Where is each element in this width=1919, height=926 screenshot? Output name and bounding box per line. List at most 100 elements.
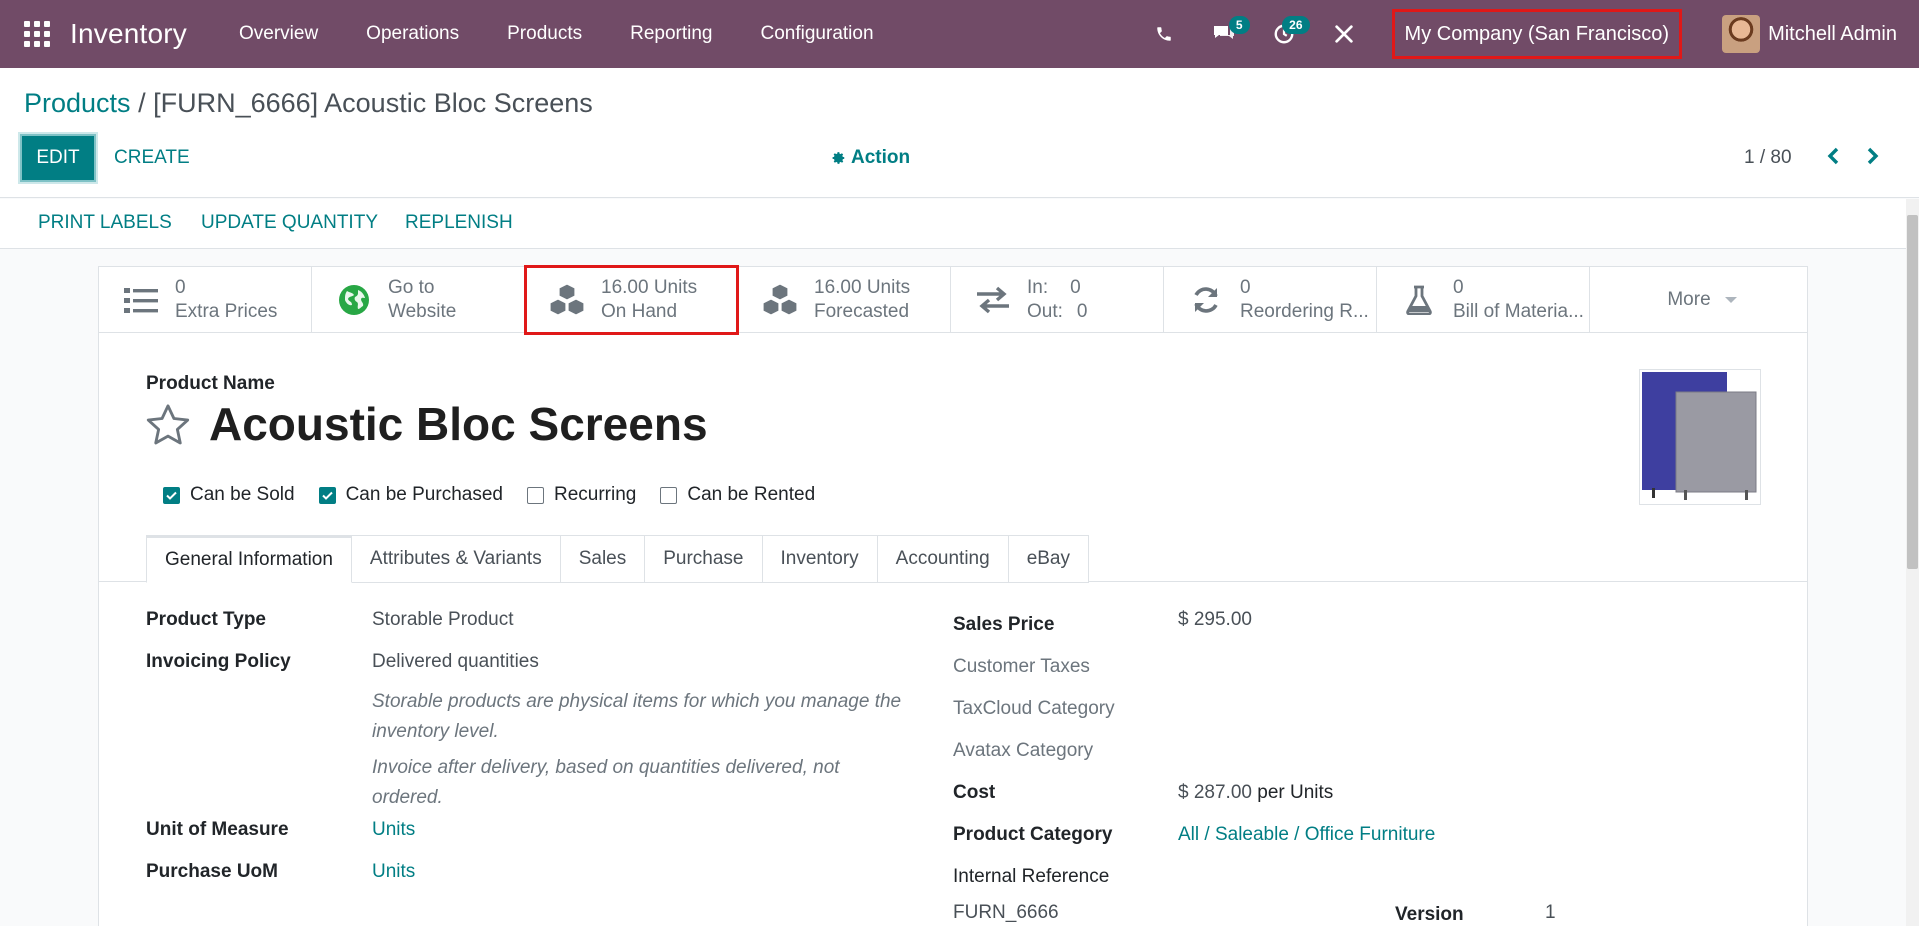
forecasted-button[interactable]: 16.00 Units Forecasted	[738, 267, 951, 333]
out-label: Out:	[1027, 301, 1063, 322]
product-name-label: Product Name	[146, 373, 275, 394]
app-name[interactable]: Inventory	[70, 18, 187, 50]
can-be-purchased-label: Can be Purchased	[345, 484, 503, 505]
customer-taxes-label: Customer Taxes	[953, 656, 1090, 677]
action-menu[interactable]: Action	[832, 147, 910, 169]
tab-attributes-variants[interactable]: Attributes & Variants	[351, 535, 561, 583]
create-button[interactable]: CREATE	[114, 147, 190, 169]
scrollbar-thumb[interactable]	[1907, 215, 1918, 569]
version-label: Version	[1395, 904, 1464, 925]
unit-of-measure-label: Unit of Measure	[146, 819, 289, 840]
edit-button[interactable]: EDIT	[20, 134, 96, 182]
pager-next-button[interactable]	[1861, 144, 1885, 168]
sales-price-label: Sales Price	[953, 614, 1055, 635]
update-quantity-button[interactable]: UPDATE QUANTITY	[201, 212, 378, 234]
form-statusbar: PRINT LABELS UPDATE QUANTITY REPLENISH	[0, 199, 1906, 249]
company-switcher[interactable]: My Company (San Francisco)	[1391, 9, 1683, 59]
replenish-button[interactable]: REPLENISH	[405, 212, 513, 234]
extra-prices-label: Extra Prices	[175, 301, 278, 322]
menu-operations[interactable]: Operations	[342, 23, 483, 45]
smart-buttons-row: 0 Extra Prices Go to Website 16.00 Units On…	[99, 265, 1807, 335]
unit-of-measure-link[interactable]: Units	[372, 819, 415, 841]
activities-icon[interactable]: 26	[1264, 14, 1310, 54]
cost-value[interactable]: $ 287.00 per Units	[1178, 782, 1333, 804]
user-name: Mitchell Admin	[1768, 22, 1897, 45]
menu-overview[interactable]: Overview	[215, 23, 342, 45]
extra-prices-button[interactable]: 0 Extra Prices	[99, 267, 312, 333]
product-type-value[interactable]: Storable Product	[372, 609, 514, 631]
messages-badge: 5	[1228, 16, 1250, 34]
action-label: Action	[851, 147, 911, 168]
phone-icon[interactable]	[1144, 14, 1184, 54]
tab-ebay[interactable]: eBay	[1008, 535, 1089, 583]
go-to-website-button[interactable]: Go to Website	[312, 267, 525, 333]
reordering-label: Reordering R...	[1240, 301, 1369, 322]
in-label: In:	[1027, 277, 1049, 298]
bill-of-materials-button[interactable]: 0 Bill of Materia...	[1377, 267, 1590, 333]
invoicing-policy-label: Invoicing Policy	[146, 651, 291, 672]
purchase-uom-link[interactable]: Units	[372, 861, 415, 883]
product-category-link[interactable]: All / Saleable / Office Furniture	[1178, 824, 1435, 846]
chevron-right-icon	[1867, 147, 1879, 165]
can-be-purchased-checkbox[interactable]: Can be Purchased	[318, 484, 503, 506]
gear-icon	[832, 152, 845, 164]
menu-configuration[interactable]: Configuration	[737, 23, 898, 45]
website-line2: Website	[388, 301, 457, 322]
recurring-checkbox[interactable]: Recurring	[526, 484, 637, 506]
tab-accounting[interactable]: Accounting	[877, 535, 1009, 583]
recurring-label: Recurring	[553, 484, 637, 505]
breadcrumb-products-link[interactable]: Products	[24, 88, 131, 118]
bom-value: 0	[1453, 277, 1464, 298]
can-be-sold-checkbox[interactable]: Can be Sold	[163, 484, 295, 506]
cost-label: Cost	[953, 782, 996, 803]
reordering-value: 0	[1240, 277, 1251, 298]
reordering-rules-button[interactable]: 0 Reordering R...	[1164, 267, 1377, 333]
product-image[interactable]	[1639, 369, 1761, 505]
website-line1: Go to	[388, 277, 435, 298]
apps-menu-icon[interactable]	[24, 21, 50, 47]
bom-label: Bill of Materia...	[1453, 301, 1584, 322]
product-type-label: Product Type	[146, 609, 266, 630]
print-labels-button[interactable]: PRINT LABELS	[38, 212, 172, 234]
breadcrumb: Products / [FURN_6666] Acoustic Bloc Scr…	[24, 88, 593, 119]
user-menu[interactable]: Mitchell Admin	[1722, 15, 1897, 53]
pager-value[interactable]: 1 / 80	[1744, 147, 1792, 169]
debug-tools-icon[interactable]	[1324, 14, 1364, 54]
activities-badge: 26	[1282, 16, 1310, 34]
pager-previous-button[interactable]	[1821, 144, 1845, 168]
on-hand-button[interactable]: 16.00 Units On Hand	[525, 267, 738, 333]
out-value: 0	[1076, 301, 1088, 322]
on-hand-label: On Hand	[601, 301, 678, 322]
chevron-left-icon	[1827, 147, 1839, 165]
product-type-help: Storable products are physical items for…	[372, 691, 902, 742]
invoicing-policy-value[interactable]: Delivered quantities	[372, 651, 539, 673]
internal-reference-value[interactable]: FURN_6666	[953, 902, 1059, 924]
version-value[interactable]: 1	[1545, 902, 1556, 924]
menu-products[interactable]: Products	[483, 23, 606, 45]
form-tabs: General Information Attributes & Variant…	[146, 535, 1089, 583]
more-label: More	[1667, 289, 1711, 310]
more-dropdown[interactable]: More	[1597, 267, 1807, 333]
cubes-icon	[547, 280, 587, 320]
checkbox-checked-icon	[318, 486, 336, 504]
flask-icon	[1399, 280, 1439, 320]
breadcrumb-separator: /	[130, 88, 154, 118]
breadcrumb-current: [FURN_6666] Acoustic Bloc Screens	[153, 88, 593, 118]
tab-general-information[interactable]: General Information	[146, 535, 352, 583]
tab-purchase[interactable]: Purchase	[645, 535, 763, 583]
in-out-button[interactable]: In: 0 Out: 0	[951, 267, 1164, 333]
taxcloud-category-label: TaxCloud Category	[953, 698, 1115, 719]
messages-icon[interactable]: 5	[1204, 14, 1250, 54]
purchase-uom-label: Purchase UoM	[146, 861, 278, 882]
in-value: 0	[1070, 277, 1081, 298]
product-name[interactable]: Acoustic Bloc Screens	[209, 397, 708, 451]
invoicing-policy-help: Invoice after delivery, based on quantit…	[372, 757, 840, 808]
avatax-category-label: Avatax Category	[953, 740, 1094, 761]
can-be-rented-checkbox[interactable]: Can be Rented	[660, 484, 815, 506]
menu-reporting[interactable]: Reporting	[606, 23, 736, 45]
tab-inventory[interactable]: Inventory	[762, 535, 878, 583]
sales-price-value[interactable]: $ 295.00	[1178, 609, 1252, 631]
tab-sales[interactable]: Sales	[560, 535, 646, 583]
checkbox-empty-icon	[660, 486, 678, 504]
favorite-star-icon[interactable]	[145, 403, 191, 453]
